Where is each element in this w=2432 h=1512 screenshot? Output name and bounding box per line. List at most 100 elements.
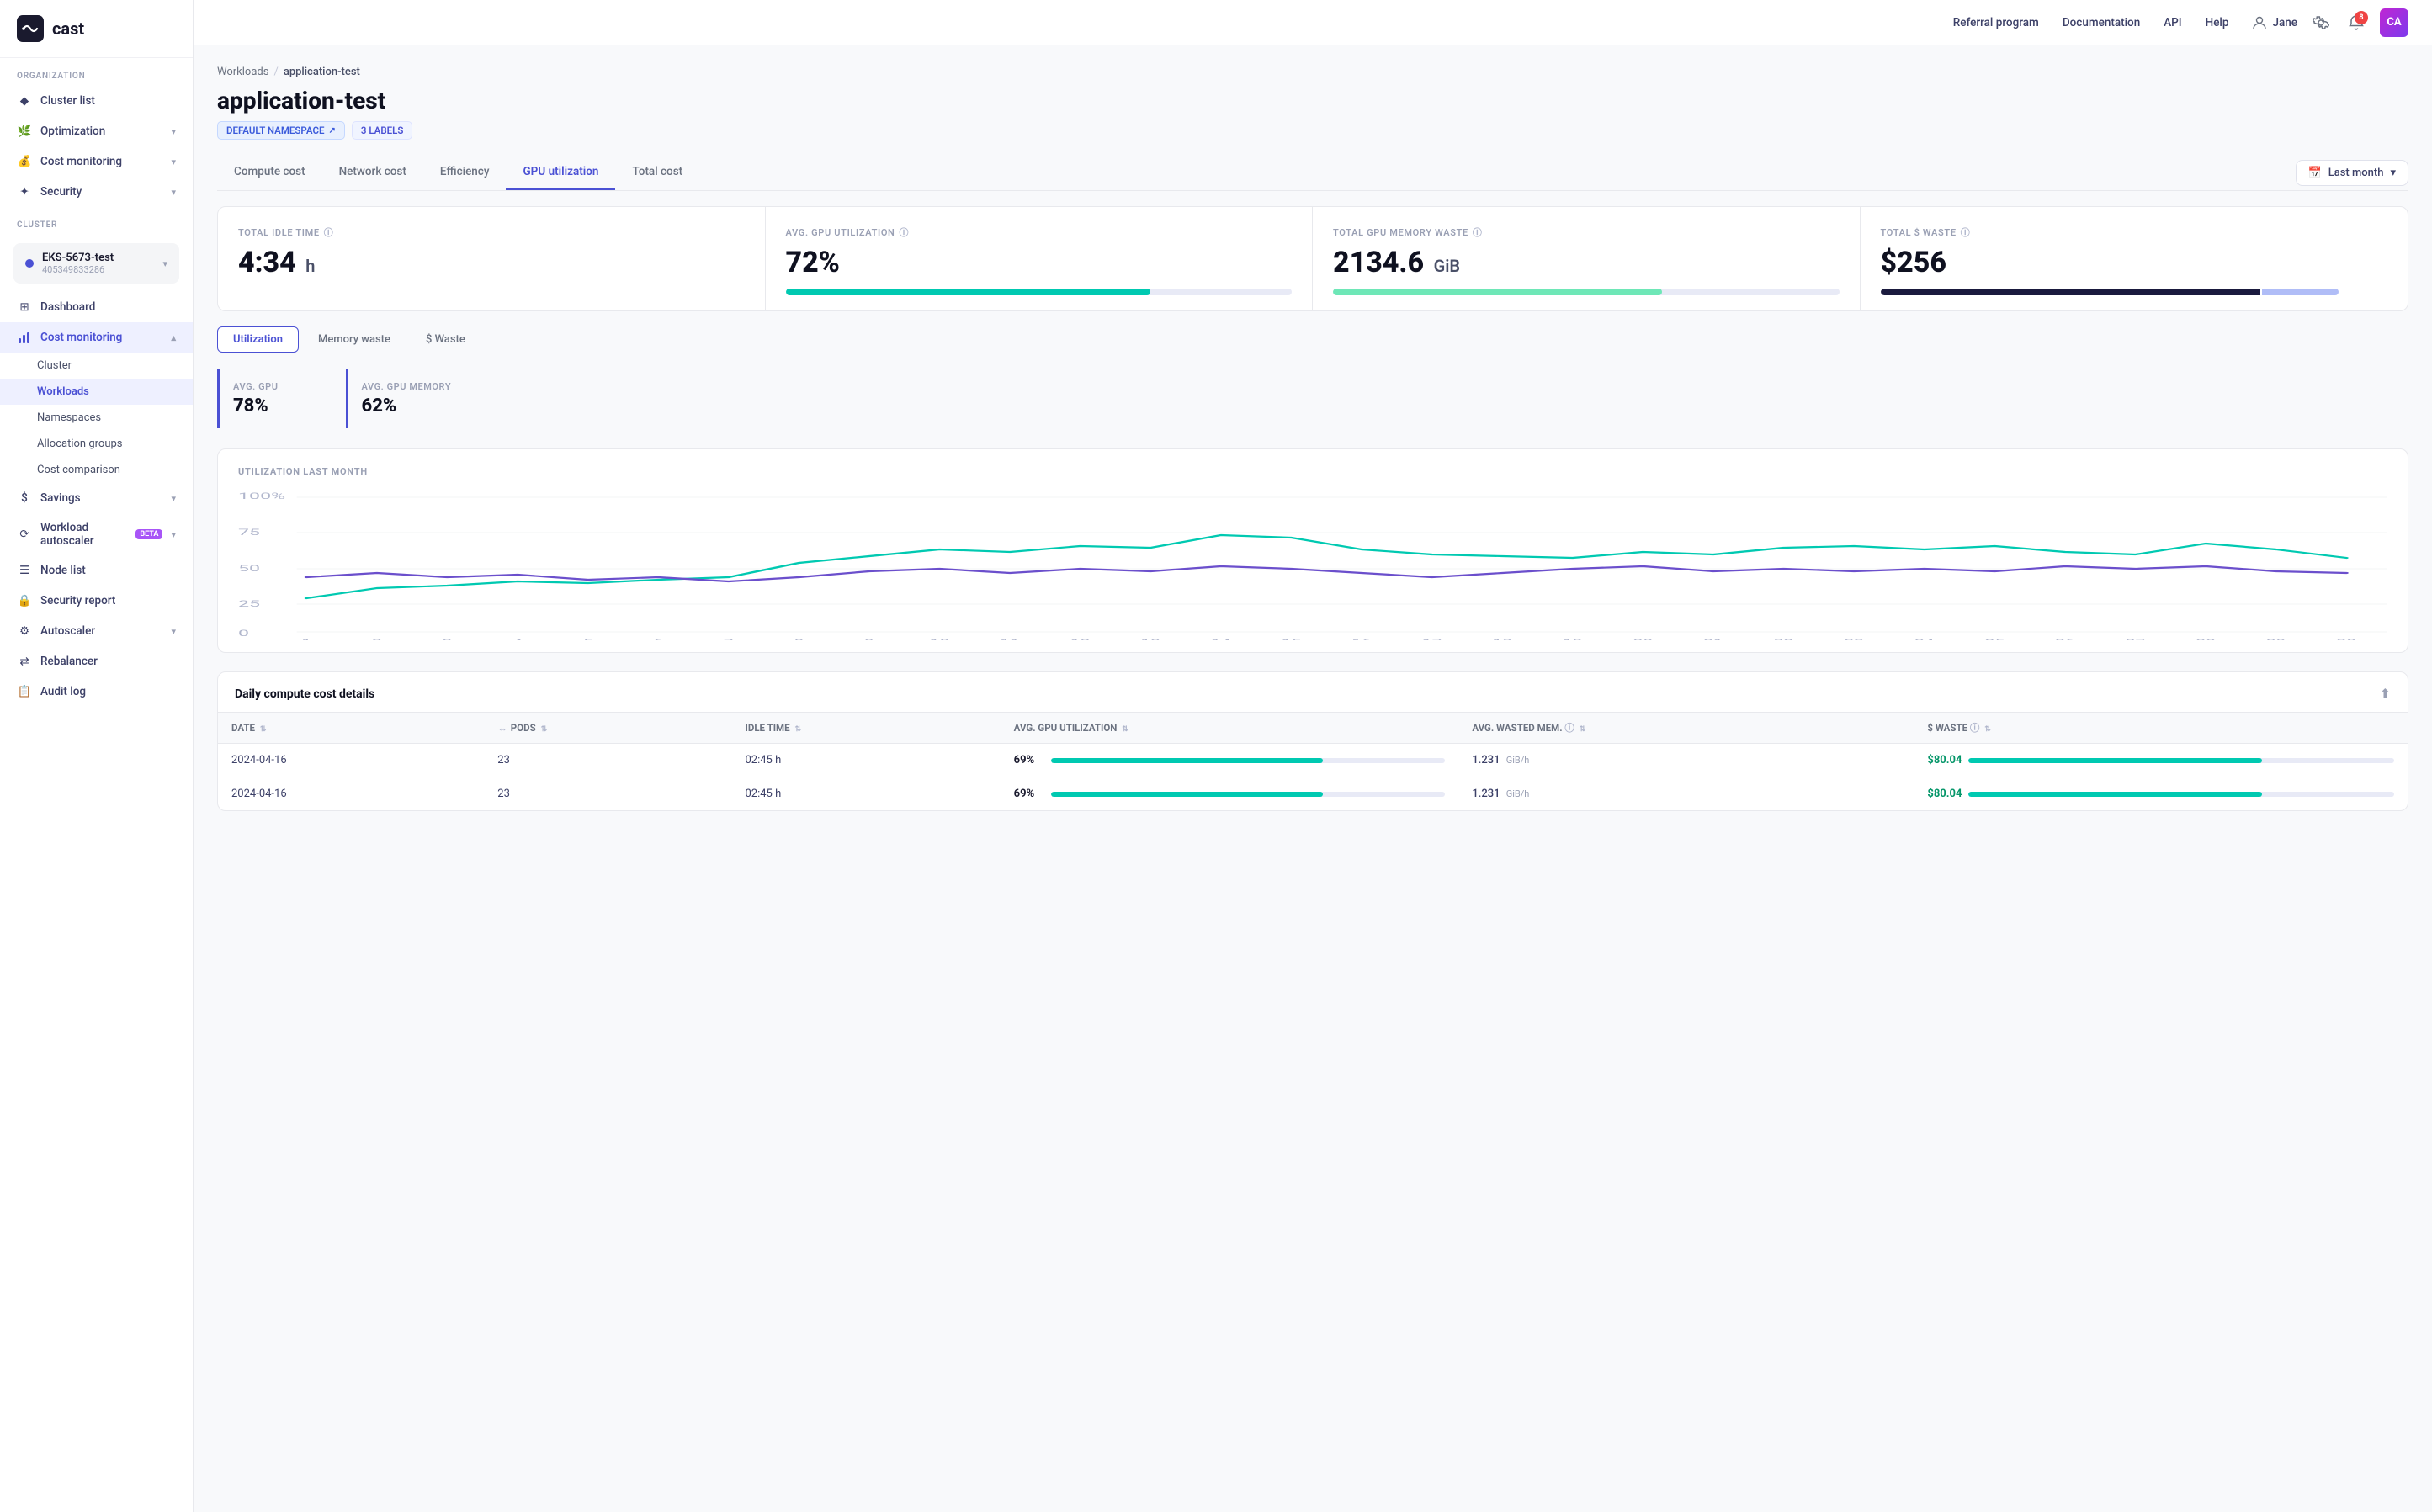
cell-pods: 23	[484, 777, 731, 811]
info-icon[interactable]: ⓘ	[324, 225, 334, 239]
topbar-docs[interactable]: Documentation	[2063, 16, 2140, 29]
info-icon[interactable]: ⓘ	[1970, 722, 1980, 734]
utilization-chart: 100% 75 50 25 0 1 2	[238, 489, 2387, 640]
sidebar-sub-allocation-groups[interactable]: Allocation groups	[0, 431, 193, 457]
svg-text:23: 23	[1844, 638, 1863, 640]
col-date[interactable]: DATE ⇅	[218, 713, 484, 744]
settings-icon-btn[interactable]	[2309, 11, 2333, 34]
sidebar-item-cost-monitoring-top[interactable]: 💰 Cost monitoring ▾	[0, 146, 193, 177]
sidebar-item-autoscaler[interactable]: ⚙ Autoscaler ▾	[0, 616, 193, 646]
notifications-btn[interactable]: 8	[2344, 11, 2368, 34]
col-wasted-mem[interactable]: AVG. WASTED MEM. ⓘ ⇅	[1458, 713, 1914, 744]
dollar-waste-bar-dark	[1881, 289, 2261, 295]
sidebar-item-cost-monitoring[interactable]: Cost monitoring ▴	[0, 322, 193, 353]
topbar: Referral program Documentation API Help …	[194, 0, 2432, 45]
sidebar-sub-cluster[interactable]: Cluster	[0, 353, 193, 379]
sub-tab-memory-waste[interactable]: Memory waste	[302, 326, 406, 353]
sidebar-item-label: Rebalancer	[40, 655, 98, 668]
date-filter-label: Last month	[2328, 167, 2384, 179]
table-row: 2024-04-16 23 02:45 h 69% 1.231 GiB/h $8…	[218, 744, 2408, 777]
sidebar-item-dashboard[interactable]: ⊞ Dashboard	[0, 292, 193, 322]
sidebar-item-label: Optimization	[40, 125, 105, 138]
metric-label: TOTAL $ WASTE ⓘ	[1881, 225, 2388, 239]
svg-text:5: 5	[583, 638, 593, 640]
sidebar-item-security-top[interactable]: ✦ Security ▾	[0, 177, 193, 207]
svg-text:2: 2	[372, 638, 382, 640]
svg-text:8: 8	[794, 638, 804, 640]
metric-card-dollar-waste: TOTAL $ WASTE ⓘ $256	[1861, 207, 2408, 310]
user-icon	[2252, 15, 2267, 30]
svg-text:17: 17	[1422, 638, 1442, 640]
topbar-help[interactable]: Help	[2206, 16, 2229, 29]
svg-text:11: 11	[1000, 638, 1019, 640]
info-icon[interactable]: ⓘ	[900, 225, 910, 239]
tab-compute-cost[interactable]: Compute cost	[217, 155, 322, 190]
export-icon[interactable]: ⬆	[2380, 686, 2391, 702]
sidebar-item-rebalancer[interactable]: ⇄ Rebalancer	[0, 646, 193, 676]
col-idle-time[interactable]: IDLE TIME ⇅	[731, 713, 1000, 744]
cluster-list-icon: ◆	[17, 93, 32, 109]
page-content: Workloads / application-test application…	[194, 45, 2432, 1512]
security-icon: ✦	[17, 184, 32, 199]
cluster-selector[interactable]: EKS-5673-test 405349833286 ▾	[0, 235, 193, 292]
svg-text:4: 4	[512, 638, 523, 640]
user-avatar[interactable]: CA	[2380, 8, 2408, 37]
sidebar-item-optimization[interactable]: 🌿 Optimization ▾	[0, 116, 193, 146]
breadcrumb-workloads[interactable]: Workloads	[217, 66, 268, 78]
col-gpu-util[interactable]: AVG. GPU UTILIZATION ⇅	[1001, 713, 1459, 744]
cluster-label: CLUSTER	[0, 207, 193, 235]
sidebar-item-savings[interactable]: $ Savings ▾	[0, 483, 193, 513]
labels-tag[interactable]: 3 LABELS	[352, 121, 412, 140]
info-icon[interactable]: ⓘ	[1473, 225, 1483, 239]
date-filter[interactable]: 📅 Last month ▾	[2296, 160, 2409, 186]
sidebar-item-label: Cost monitoring	[40, 155, 122, 168]
user-menu[interactable]: Jane	[2252, 15, 2297, 30]
chevron-down-icon: ▾	[171, 157, 176, 167]
sidebar-sub-cost-comparison[interactable]: Cost comparison	[0, 457, 193, 483]
cell-pods: 23	[484, 744, 731, 777]
sidebar-item-label: Autoscaler	[40, 624, 95, 638]
metric-value-gpu-mem: 2134.6 GiB	[1333, 247, 1840, 279]
topbar-api[interactable]: API	[2164, 16, 2181, 29]
svg-text:15: 15	[1282, 638, 1301, 640]
metric-label: TOTAL GPU MEMORY WASTE ⓘ	[1333, 225, 1840, 239]
sidebar-item-security-report[interactable]: 🔒 Security report	[0, 586, 193, 616]
sidebar-item-node-list[interactable]: ☰ Node list	[0, 555, 193, 586]
sort-icon: ⇅	[794, 725, 801, 734]
tab-efficiency[interactable]: Efficiency	[423, 155, 507, 190]
tab-network-cost[interactable]: Network cost	[322, 155, 423, 190]
svg-text:25: 25	[238, 599, 260, 609]
cell-wasted-mem: 1.231 GiB/h	[1458, 777, 1914, 811]
namespace-tag[interactable]: DEFAULT NAMESPACE ↗	[217, 121, 345, 140]
topbar-referral[interactable]: Referral program	[1953, 16, 2039, 29]
page-tags: DEFAULT NAMESPACE ↗ 3 LABELS	[217, 121, 2408, 140]
tab-total-cost[interactable]: Total cost	[615, 155, 699, 190]
col-waste[interactable]: $ WASTE ⓘ ⇅	[1914, 713, 2408, 744]
metric-card-idle-time: TOTAL IDLE TIME ⓘ 4:34 h	[218, 207, 766, 310]
sort-icon: ⇅	[260, 725, 267, 734]
user-name: Jane	[2272, 16, 2297, 29]
sidebar-sub-namespaces[interactable]: Namespaces	[0, 405, 193, 431]
col-pods[interactable]: ↔PODS ⇅	[484, 713, 731, 744]
sub-tab-utilization[interactable]: Utilization	[217, 326, 299, 353]
sub-tab-dollar-waste[interactable]: $ Waste	[410, 326, 481, 353]
svg-text:21: 21	[1703, 638, 1723, 640]
logo-text: cast	[52, 19, 84, 39]
metric-value-idle: 4:34 h	[238, 247, 745, 279]
avg-gpu-stat: AVG. GPU 78%	[217, 369, 305, 428]
external-link-icon: ↗	[329, 126, 336, 135]
gpu-mem-progress	[1333, 289, 1840, 295]
info-icon[interactable]: ⓘ	[1564, 722, 1574, 734]
sort-icon: ⇅	[1580, 725, 1586, 734]
node-list-icon: ☰	[17, 563, 32, 578]
chevron-down-icon: ▾	[171, 529, 176, 540]
info-icon[interactable]: ⓘ	[1961, 225, 1971, 239]
tab-gpu-utilization[interactable]: GPU utilization	[506, 155, 615, 190]
sidebar-sub-workloads[interactable]: Workloads	[0, 379, 193, 405]
sidebar-item-workload-autoscaler[interactable]: ⟳ Workload autoscaler BETA ▾	[0, 513, 193, 555]
sidebar-item-audit-log[interactable]: 📋 Audit log	[0, 676, 193, 707]
logo[interactable]: cast	[0, 0, 193, 58]
svg-text:29: 29	[2266, 638, 2286, 640]
chart-section: UTILIZATION LAST MONTH 100% 75 50 25 0	[217, 448, 2408, 653]
sidebar-item-cluster-list[interactable]: ◆ Cluster list	[0, 86, 193, 116]
